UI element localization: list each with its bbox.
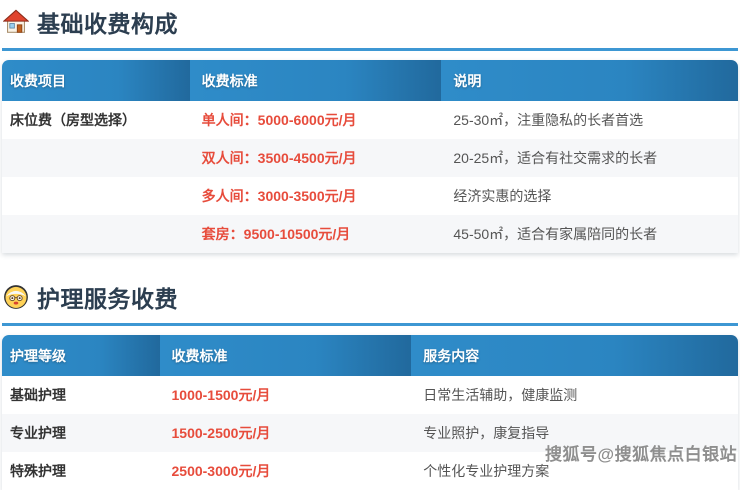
column-header-service-content: 服务内容 bbox=[411, 335, 738, 376]
column-header-fee-item: 收费项目 bbox=[2, 60, 190, 101]
basic-fees-table-header: 收费项目 收费标准 说明 bbox=[2, 60, 738, 101]
care-level-cell: 特殊护理 bbox=[2, 452, 160, 490]
care-level-cell: 专业护理 bbox=[2, 414, 160, 452]
fee-item-cell bbox=[2, 177, 190, 215]
table-row: 多人间：3000-3500元/月 经济实惠的选择 bbox=[2, 177, 738, 215]
fee-desc-cell: 20-25㎡，适合有社交需求的长者 bbox=[441, 139, 738, 177]
column-header-care-level: 护理等级 bbox=[2, 335, 160, 376]
fee-price-cell: 2500-3000元/月 bbox=[160, 452, 412, 490]
fee-item-cell bbox=[2, 139, 190, 177]
nursing-fees-table-header: 护理等级 收费标准 服务内容 bbox=[2, 335, 738, 376]
fee-item-cell: 床位费（房型选择） bbox=[2, 101, 190, 139]
column-header-fee-standard: 收费标准 bbox=[190, 60, 442, 101]
basic-fees-heading: 基础收费构成 bbox=[2, 5, 738, 51]
basic-fees-section: 基础收费构成 收费项目 收费标准 说明 床位费（房型选择） 单人间：5000-6… bbox=[2, 5, 738, 253]
elder-face-icon bbox=[3, 284, 29, 310]
fee-price-cell: 1000-1500元/月 bbox=[160, 376, 412, 414]
section-title-text: 护理服务收费 bbox=[37, 280, 178, 314]
fee-price-cell: 双人间：3500-4500元/月 bbox=[190, 139, 442, 177]
section-title-text: 基础收费构成 bbox=[37, 5, 178, 39]
table-row: 基础护理 1000-1500元/月 日常生活辅助，健康监测 bbox=[2, 376, 738, 414]
basic-fees-table: 收费项目 收费标准 说明 床位费（房型选择） 单人间：5000-6000元/月 … bbox=[2, 60, 738, 253]
table-row: 套房：9500-10500元/月 45-50㎡，适合有家属陪同的长者 bbox=[2, 215, 738, 253]
fee-item-cell bbox=[2, 215, 190, 253]
nursing-fees-heading: 护理服务收费 bbox=[2, 280, 738, 326]
fee-desc-cell: 45-50㎡，适合有家属陪同的长者 bbox=[441, 215, 738, 253]
fee-price-cell: 套房：9500-10500元/月 bbox=[190, 215, 442, 253]
table-row: 床位费（房型选择） 单人间：5000-6000元/月 25-30㎡，注重隐私的长… bbox=[2, 101, 738, 139]
service-content-cell: 日常生活辅助，健康监测 bbox=[411, 376, 738, 414]
sohu-watermark: 搜狐号@搜狐焦点白银站 bbox=[545, 440, 737, 465]
fee-desc-cell: 25-30㎡，注重隐私的长者首选 bbox=[441, 101, 738, 139]
care-level-cell: 基础护理 bbox=[2, 376, 160, 414]
column-header-description: 说明 bbox=[441, 60, 738, 101]
column-header-fee-standard: 收费标准 bbox=[160, 335, 412, 376]
fee-desc-cell: 经济实惠的选择 bbox=[441, 177, 738, 215]
fee-price-cell: 1500-2500元/月 bbox=[160, 414, 412, 452]
article-content: 基础收费构成 收费项目 收费标准 说明 床位费（房型选择） 单人间：5000-6… bbox=[0, 0, 740, 490]
nursing-fees-table: 护理等级 收费标准 服务内容 基础护理 1000-1500元/月 日常生活辅助，… bbox=[2, 335, 738, 490]
table-row: 双人间：3500-4500元/月 20-25㎡，适合有社交需求的长者 bbox=[2, 139, 738, 177]
house-icon bbox=[3, 9, 29, 35]
fee-price-cell: 多人间：3000-3500元/月 bbox=[190, 177, 442, 215]
fee-price-cell: 单人间：5000-6000元/月 bbox=[190, 101, 442, 139]
